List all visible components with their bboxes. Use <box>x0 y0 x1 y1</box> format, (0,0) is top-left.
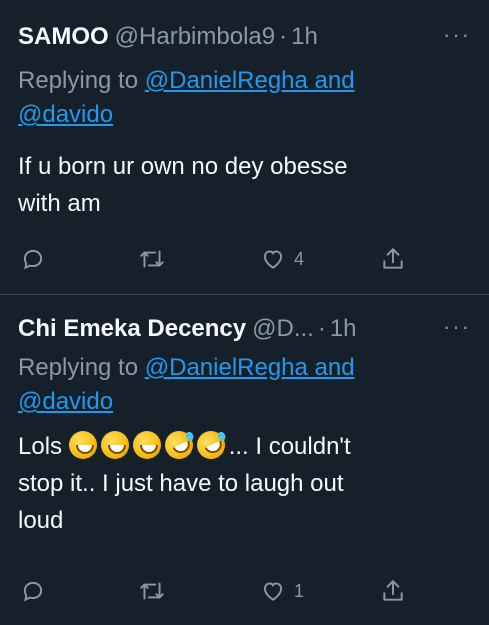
tweet[interactable]: SAMOO @Harbimbola9 · 1h ··· Replying to … <box>0 0 489 294</box>
timestamp[interactable]: 1h <box>330 315 357 343</box>
replying-to: Replying to @DanielRegha and @davido <box>18 64 458 132</box>
display-name[interactable]: Chi Emeka Decency <box>18 315 246 343</box>
tweet-text-suffix: ... I couldn't <box>228 433 351 460</box>
retweet-icon <box>140 250 164 268</box>
share-icon <box>383 580 403 601</box>
like-count: 1 <box>294 580 305 601</box>
replying-to: Replying to @DanielRegha and @davido <box>18 351 458 419</box>
mention-link[interactable]: @DanielRegha and <box>145 354 355 381</box>
tweet-text: Lols ... I couldn't stop it.. I just hav… <box>18 426 468 539</box>
user-handle[interactable]: @Harbimbola9 <box>115 23 275 51</box>
retweet-button[interactable] <box>138 244 174 274</box>
tweet-header: Chi Emeka Decency @D... · 1h ··· <box>18 314 471 344</box>
mention-link[interactable]: @DanielRegha and <box>145 67 355 94</box>
heart-icon <box>263 250 283 269</box>
replying-prefix: Replying to <box>18 67 145 94</box>
heart-icon <box>263 582 283 601</box>
tweet-actions: 4 <box>20 244 420 274</box>
grinning-squinting-emoji <box>68 431 97 459</box>
share-button[interactable] <box>380 244 406 274</box>
mention-link[interactable]: @davido <box>18 101 113 128</box>
tweet-text-line: If u born ur own no dey obesse <box>18 153 348 180</box>
tweet-text-line: with am <box>18 190 101 217</box>
tweet-text-line: loud <box>18 507 64 534</box>
separator-dot: · <box>279 23 288 50</box>
mention-link[interactable]: @davido <box>18 388 113 415</box>
grinning-squinting-emoji <box>100 431 129 459</box>
retweet-button[interactable] <box>138 576 174 606</box>
display-name[interactable]: SAMOO <box>18 23 109 51</box>
tweet-actions: 1 <box>20 576 420 606</box>
reply-icon <box>23 581 43 602</box>
tweet-text-line: stop it.. I just have to laugh out <box>18 470 344 497</box>
rolling-on-floor-laughing-emoji <box>192 426 230 464</box>
user-handle[interactable]: @D... <box>252 315 314 343</box>
grinning-squinting-emoji <box>132 431 161 459</box>
tweet-header: SAMOO @Harbimbola9 · 1h ··· <box>18 22 471 52</box>
tweet[interactable]: Chi Emeka Decency @D... · 1h ··· Replyin… <box>0 295 489 625</box>
more-options-icon[interactable]: ··· <box>443 22 471 48</box>
replying-prefix: Replying to <box>18 354 145 381</box>
timestamp[interactable]: 1h <box>291 23 318 51</box>
tweet-text: If u born ur own no dey obesse with am <box>18 148 468 222</box>
reply-button[interactable] <box>20 244 54 274</box>
reply-button[interactable] <box>20 576 54 606</box>
share-button[interactable] <box>380 576 406 606</box>
like-count: 4 <box>294 248 305 269</box>
separator-dot: · <box>317 315 326 342</box>
reply-icon <box>23 249 43 270</box>
like-button[interactable]: 1 <box>260 576 304 606</box>
more-options-icon[interactable]: ··· <box>443 314 471 340</box>
share-icon <box>383 248 403 269</box>
tweet-text-prefix: Lols <box>18 433 69 460</box>
like-button[interactable]: 4 <box>260 244 304 274</box>
retweet-icon <box>140 582 164 600</box>
rolling-on-floor-laughing-emoji <box>160 426 198 464</box>
